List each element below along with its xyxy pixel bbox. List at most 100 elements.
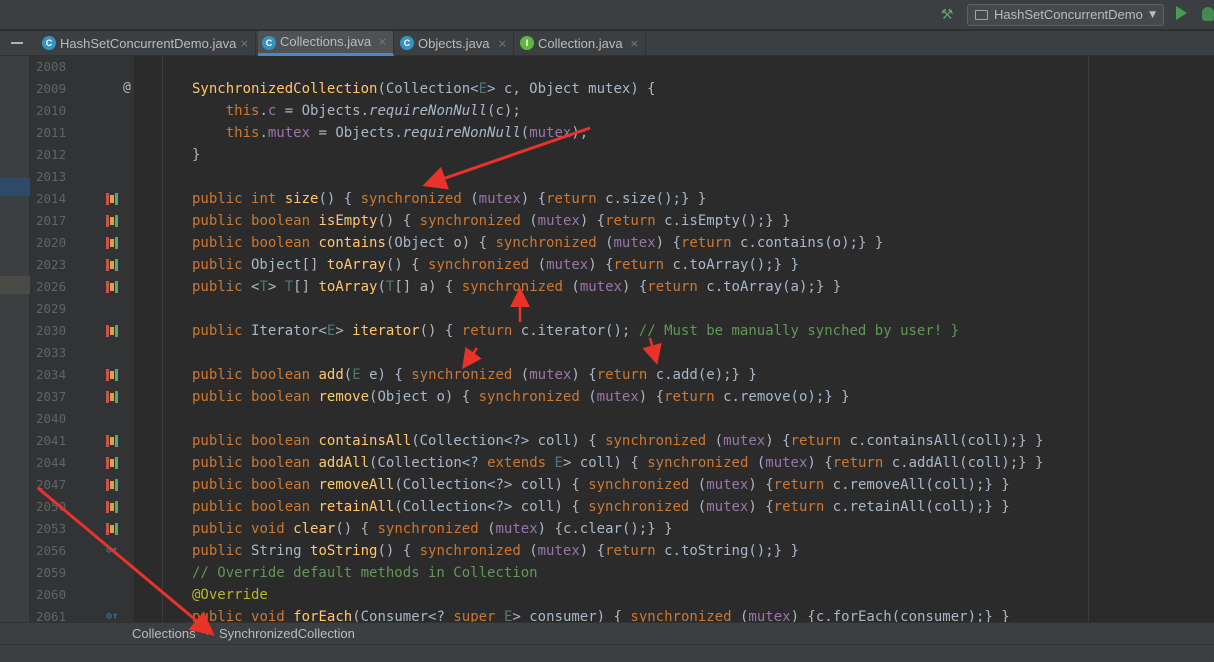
tab-label: Collections.java xyxy=(280,34,372,49)
status-bar xyxy=(0,644,1214,662)
editor-gutter: 2008 2009 @2010 2011 2012 2013 2014 2017 2020 202… xyxy=(30,56,156,624)
line-number: 2008 xyxy=(36,59,67,74)
implements-method-icon[interactable] xyxy=(106,215,118,227)
code-line[interactable]: public int size() { synchronized (mutex)… xyxy=(192,188,1214,210)
tab-collections[interactable]: C Collections.java × xyxy=(258,31,394,56)
line-number: 2030 xyxy=(36,323,67,338)
line-number: 2053 xyxy=(36,521,67,536)
line-number: 2020 xyxy=(36,235,67,250)
line-number: 2047 xyxy=(36,477,67,492)
run-configuration-label: HashSetConcurrentDemo xyxy=(994,7,1143,22)
application-icon xyxy=(975,10,988,20)
code-line[interactable]: public boolean add(E e) { synchronized (… xyxy=(192,364,1214,386)
implements-method-icon[interactable] xyxy=(106,435,118,447)
close-icon[interactable]: × xyxy=(498,31,507,56)
scroll-marker xyxy=(0,276,30,294)
code-line[interactable]: public boolean isEmpty() { synchronized … xyxy=(192,210,1214,232)
run-configuration-select[interactable]: HashSetConcurrentDemo ▼ xyxy=(967,4,1164,26)
code-line[interactable]: public Iterator<E> iterator() { return c… xyxy=(192,320,1214,342)
code-line[interactable] xyxy=(192,166,1214,188)
code-line[interactable]: this.c = Objects.requireNonNull(c); xyxy=(192,100,1214,122)
implements-method-icon[interactable] xyxy=(106,281,118,293)
code-line[interactable]: public boolean addAll(Collection<? exten… xyxy=(192,452,1214,474)
top-toolbar: ⚒ HashSetConcurrentDemo ▼ xyxy=(0,0,1214,30)
implements-method-icon[interactable] xyxy=(106,501,118,513)
breadcrumb: Collections › SynchronizedCollection xyxy=(0,622,1214,644)
collapse-icon[interactable] xyxy=(11,42,23,44)
class-icon: C xyxy=(42,36,56,50)
line-number: 2011 xyxy=(36,125,67,140)
line-number: 2050 xyxy=(36,499,67,514)
tab-hashsetconcurrentdemo[interactable]: C HashSetConcurrentDemo.java × xyxy=(38,31,256,56)
code-line[interactable]: public boolean removeAll(Collection<?> c… xyxy=(192,474,1214,496)
close-icon[interactable]: × xyxy=(240,31,249,56)
implements-method-icon[interactable] xyxy=(106,391,118,403)
left-tool-strip xyxy=(0,56,30,622)
class-icon: C xyxy=(262,36,276,50)
line-number: 2013 xyxy=(36,169,67,184)
line-number: 2010 xyxy=(36,103,67,118)
code-line[interactable]: public boolean retainAll(Collection<?> c… xyxy=(192,496,1214,518)
code-line[interactable] xyxy=(192,56,1214,78)
tab-label: Collection.java xyxy=(538,36,623,51)
code-line[interactable]: SynchronizedCollection(Collection<E> c, … xyxy=(192,78,1214,100)
code-line[interactable]: public Object[] toArray() { synchronized… xyxy=(192,254,1214,276)
code-editor[interactable]: SynchronizedCollection(Collection<E> c, … xyxy=(134,56,1214,622)
line-number: 2040 xyxy=(36,411,67,426)
tab-label: HashSetConcurrentDemo.java xyxy=(60,36,237,51)
code-line[interactable]: public String toString() { synchronized … xyxy=(192,540,1214,562)
implements-method-icon[interactable] xyxy=(106,479,118,491)
breadcrumb-separator: › xyxy=(206,628,210,639)
class-icon: C xyxy=(400,36,414,50)
editor-tab-bar: C HashSetConcurrentDemo.java × C Collect… xyxy=(0,31,1214,56)
line-number: 2059 xyxy=(36,565,67,580)
code-line[interactable]: public boolean remove(Object o) { synchr… xyxy=(192,386,1214,408)
line-number: 2060 xyxy=(36,587,67,602)
implements-method-icon[interactable] xyxy=(106,523,118,535)
code-line[interactable]: // Override default methods in Collectio… xyxy=(192,562,1214,584)
implements-method-icon[interactable] xyxy=(106,457,118,469)
close-icon[interactable]: × xyxy=(378,31,387,53)
implements-method-icon[interactable] xyxy=(106,325,118,337)
line-number: 2017 xyxy=(36,213,67,228)
implements-method-icon[interactable] xyxy=(106,259,118,271)
chevron-down-icon: ▼ xyxy=(1149,10,1156,20)
debug-icon[interactable] xyxy=(1202,7,1214,21)
indent-guide xyxy=(162,56,163,622)
code-line[interactable]: public boolean containsAll(Collection<?>… xyxy=(192,430,1214,452)
interface-icon: I xyxy=(520,36,534,50)
code-line[interactable] xyxy=(192,408,1214,430)
selection-marker xyxy=(0,178,30,196)
implements-method-icon[interactable] xyxy=(106,193,118,205)
line-number: 2029 xyxy=(36,301,67,316)
tab-objects[interactable]: C Objects.java × xyxy=(396,31,514,56)
line-number: 2009 xyxy=(36,81,67,96)
tab-label: Objects.java xyxy=(418,36,490,51)
code-line[interactable]: @Override xyxy=(192,584,1214,606)
code-line[interactable] xyxy=(192,342,1214,364)
tab-collection[interactable]: I Collection.java × xyxy=(516,31,646,56)
close-icon[interactable]: × xyxy=(630,31,639,56)
code-line[interactable]: this.mutex = Objects.requireNonNull(mute… xyxy=(192,122,1214,144)
code-line[interactable]: public boolean contains(Object o) { sync… xyxy=(192,232,1214,254)
run-icon[interactable] xyxy=(1176,6,1187,20)
breadcrumb-item-collections[interactable]: Collections xyxy=(132,623,196,644)
line-number: 2037 xyxy=(36,389,67,404)
line-number: 2034 xyxy=(36,367,67,382)
line-number: 2012 xyxy=(36,147,67,162)
line-number: 2033 xyxy=(36,345,67,360)
code-line[interactable]: public void clear() { synchronized (mute… xyxy=(192,518,1214,540)
implements-method-icon[interactable] xyxy=(106,237,118,249)
code-line[interactable]: public void forEach(Consumer<? super E> … xyxy=(192,606,1214,622)
line-number: 2056 xyxy=(36,543,67,558)
line-number: 2044 xyxy=(36,455,67,470)
line-number: 2026 xyxy=(36,279,67,294)
code-line[interactable]: } xyxy=(192,144,1214,166)
breadcrumb-item-synchronizedcollection[interactable]: SynchronizedCollection xyxy=(219,623,355,644)
build-hammer-icon[interactable]: ⚒ xyxy=(938,6,956,24)
overrides-method-icon[interactable]: ⊙↑ xyxy=(106,545,118,557)
implements-method-icon[interactable] xyxy=(106,369,118,381)
code-line[interactable] xyxy=(192,298,1214,320)
code-line[interactable]: public <T> T[] toArray(T[] a) { synchron… xyxy=(192,276,1214,298)
line-number: 2023 xyxy=(36,257,67,272)
